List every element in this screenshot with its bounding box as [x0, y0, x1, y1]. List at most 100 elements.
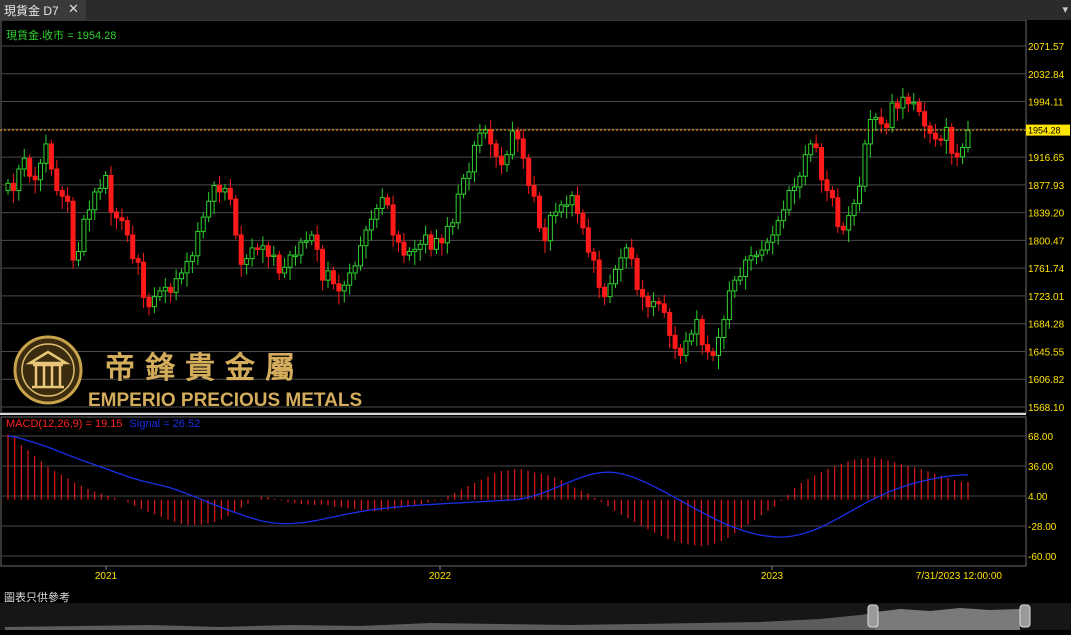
candle-up [412, 248, 418, 252]
tab-chart[interactable]: 現貨金 D7 ✕ [0, 0, 86, 20]
candle-up [179, 272, 185, 280]
candle-up [775, 220, 781, 236]
candle-down [499, 155, 505, 166]
candle-down [585, 227, 591, 253]
candle-down [938, 138, 944, 141]
candle-up [444, 225, 450, 244]
candle-up [607, 283, 613, 298]
candle-up [569, 195, 575, 206]
candle-up [222, 187, 228, 193]
candle-down [330, 270, 336, 285]
right-drag-handle[interactable] [1019, 604, 1031, 628]
candle-down [27, 157, 33, 177]
candle-down [905, 96, 911, 105]
candle-up [417, 243, 423, 250]
candle-up [38, 162, 44, 181]
candle-up [764, 241, 770, 251]
candle-up [200, 216, 206, 232]
candle-down [672, 334, 678, 349]
brand-chinese-name: 帝鋒貴金屬 [105, 351, 305, 386]
candle-up [732, 279, 738, 292]
candle-up [347, 272, 353, 286]
candle-up [781, 209, 787, 222]
close-icon[interactable]: ✕ [68, 1, 79, 17]
left-drag-handle[interactable] [867, 604, 879, 628]
candle-up [260, 245, 266, 250]
candle-down [54, 168, 60, 192]
candle-down [168, 286, 174, 293]
candle-down [493, 143, 499, 157]
price-tick-label: 2071.57 [1028, 42, 1065, 53]
candle-down [580, 212, 586, 229]
candle-up [211, 185, 217, 202]
candle-up [86, 209, 92, 220]
macd-tick-label: -60.00 [1028, 552, 1057, 563]
candle-up [564, 204, 570, 207]
price-tick-label: 1723.01 [1028, 292, 1065, 303]
candle-up [298, 241, 304, 256]
last-price-value: 1954.28 [1028, 126, 1061, 136]
candle-up [694, 319, 700, 335]
candle-up [471, 144, 477, 173]
candle-up [157, 290, 163, 298]
candle-up [173, 278, 179, 293]
candle-up [862, 143, 868, 187]
candle-down [949, 126, 955, 154]
candle-up [195, 230, 201, 257]
dropdown-menu-icon[interactable]: ▾ [1062, 3, 1068, 16]
candle-up [249, 247, 255, 260]
signal-legend-label: Signal = 26.52 [130, 418, 201, 430]
candle-up [737, 276, 743, 281]
candle-up [206, 200, 212, 218]
candle-down [661, 303, 667, 313]
candle-up [455, 193, 461, 224]
candle-up [450, 222, 456, 227]
candle-up [851, 202, 857, 217]
candle-down [542, 227, 548, 242]
candle-down [396, 234, 402, 243]
candle-up [943, 126, 949, 141]
candle-down [32, 175, 38, 181]
candle-down [699, 319, 705, 346]
candle-up [16, 168, 22, 192]
candle-down [927, 125, 933, 134]
price-tick-label: 1761.74 [1028, 264, 1065, 275]
candle-up [612, 268, 618, 285]
candle-down [894, 102, 900, 109]
navigator-scrollbar[interactable] [0, 603, 1071, 630]
candle-up [76, 250, 82, 261]
price-tick-label: 2032.84 [1028, 70, 1065, 81]
chart-area[interactable]: 2071.572032.841994.111955.381916.651877.… [0, 20, 1071, 603]
candle-down [629, 247, 635, 260]
candle-down [130, 234, 136, 260]
candle-up [623, 247, 629, 259]
candle-up [802, 154, 808, 177]
candle-up [553, 211, 559, 217]
candle-up [358, 245, 364, 267]
candle-down [10, 182, 16, 192]
candle-up [558, 204, 564, 213]
candle-down [537, 195, 543, 229]
candle-down [515, 130, 521, 140]
candle-up [753, 254, 759, 258]
candle-up [244, 258, 250, 265]
navigator-preview [5, 604, 1031, 630]
candle-down [65, 195, 71, 202]
candle-up [808, 143, 814, 156]
candle-up [406, 250, 412, 256]
candle-up [721, 319, 727, 339]
price-tick-label: 1839.20 [1028, 209, 1065, 220]
candle-up [287, 254, 293, 268]
candle-down [488, 129, 494, 145]
candle-up [873, 116, 879, 121]
price-tick-label: 1916.65 [1028, 153, 1065, 164]
candle-down [439, 238, 445, 244]
candle-down [916, 101, 922, 113]
candle-down [574, 195, 580, 214]
brand-logo-icon [13, 335, 83, 405]
candle-down [390, 204, 396, 236]
candle-up [363, 229, 369, 247]
candle-up [911, 101, 917, 105]
candle-up [466, 171, 472, 179]
chart-background [0, 20, 1071, 603]
